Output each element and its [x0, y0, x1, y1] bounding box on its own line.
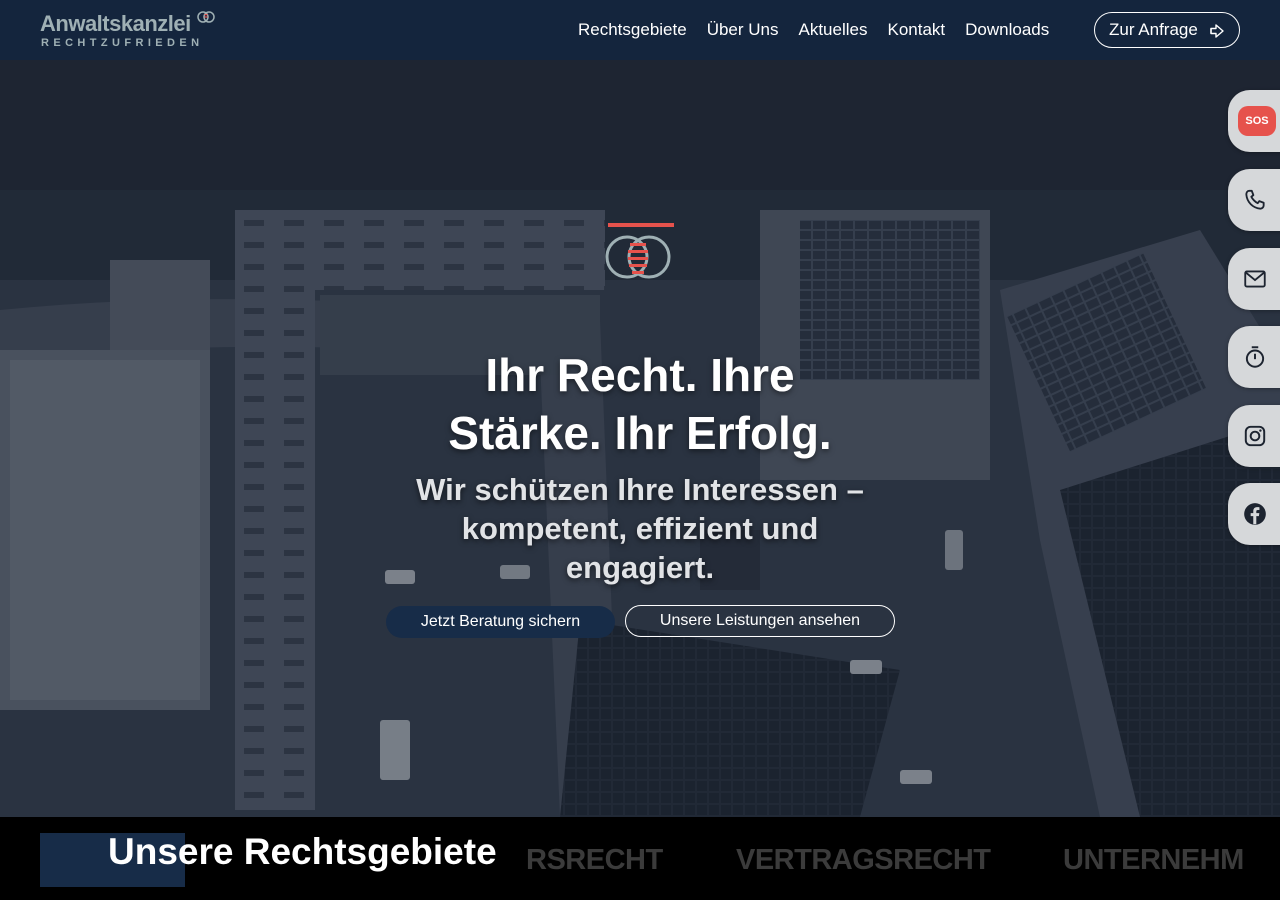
kanzlei-emblem-icon: [605, 223, 674, 279]
sos-icon: SOS: [1238, 106, 1276, 136]
mail-button[interactable]: [1228, 248, 1280, 310]
main-nav: Rechtsgebiete Über Uns Aktuelles Kontakt…: [568, 0, 1059, 60]
nav-ueber-uns[interactable]: Über Uns: [707, 20, 779, 40]
facebook-button[interactable]: [1228, 483, 1280, 545]
nav-kontakt[interactable]: Kontakt: [887, 20, 945, 40]
phone-button[interactable]: [1228, 169, 1280, 231]
facebook-icon: [1244, 503, 1266, 525]
phone-icon: [1245, 189, 1265, 210]
arrow-right-icon: [1210, 24, 1224, 38]
logo-rings-icon: [197, 11, 215, 23]
hero-title: Ihr Recht. Ihre Stärke. Ihr Erfolg.: [340, 346, 940, 462]
logo[interactable]: Anwaltskanzlei RECHTZUFRIEDEN: [40, 11, 220, 51]
logo-main-text: Anwaltskanzlei: [40, 11, 191, 36]
nav-downloads[interactable]: Downloads: [965, 20, 1049, 40]
hero-section: Ihr Recht. Ihre Stärke. Ihr Erfolg. Wir …: [0, 60, 1280, 817]
leistungen-ansehen-button[interactable]: Unsere Leistungen ansehen: [625, 605, 895, 637]
stopwatch-button[interactable]: [1228, 326, 1280, 388]
zur-anfrage-label: Zur Anfrage: [1109, 20, 1198, 39]
ticker-word[interactable]: RSRECHT: [526, 844, 663, 877]
rechtsgebiete-ticker: Unsere Rechtsgebiete RSRECHT VERTRAGSREC…: [0, 817, 1280, 900]
hero-subtitle-line-3: engagiert.: [565, 550, 715, 585]
rechtsgebiete-heading: Unsere Rechtsgebiete: [108, 831, 497, 872]
stopwatch-icon: [1245, 346, 1265, 368]
hero-subtitle: Wir schützen Ihre Interessen – kompetent…: [380, 470, 900, 587]
mail-icon: [1244, 270, 1266, 288]
zur-anfrage-button[interactable]: Zur Anfrage: [1094, 12, 1240, 48]
logo-subtitle: RECHTZUFRIEDEN: [41, 37, 204, 49]
nav-rechtsgebiete[interactable]: Rechtsgebiete: [578, 20, 687, 40]
hero-title-line-1: Ihr Recht. Ihre: [485, 349, 795, 401]
instagram-icon: [1244, 425, 1266, 447]
nav-aktuelles[interactable]: Aktuelles: [799, 20, 868, 40]
hero-subtitle-line-2: kompetent, effizient und: [461, 511, 819, 546]
hero-subtitle-line-1: Wir schützen Ihre Interessen –: [416, 472, 864, 507]
beratung-sichern-button[interactable]: Jetzt Beratung sichern: [386, 606, 615, 638]
ticker-word[interactable]: UNTERNEHM: [1063, 844, 1244, 877]
ticker-word[interactable]: VERTRAGSRECHT: [736, 844, 991, 877]
sos-button[interactable]: SOS: [1228, 90, 1280, 152]
hero-title-line-2: Stärke. Ihr Erfolg.: [448, 407, 832, 459]
instagram-button[interactable]: [1228, 405, 1280, 467]
site-header: Anwaltskanzlei RECHTZUFRIEDEN Rechtsgebi…: [0, 0, 1280, 60]
